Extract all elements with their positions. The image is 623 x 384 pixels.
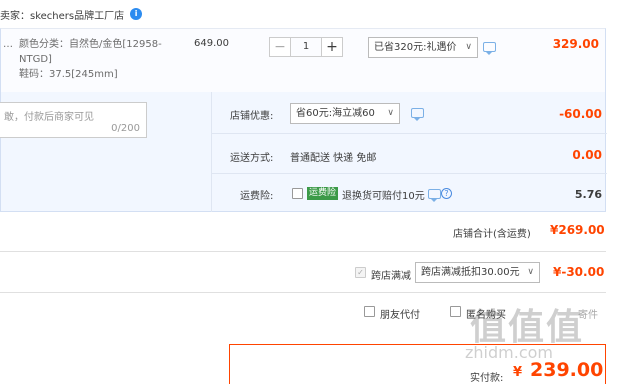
qty-input[interactable]: 1: [291, 37, 321, 57]
sku-size: 鞋码：37.5[245mm]: [19, 69, 118, 80]
item-promo-value: 已省320元:礼遇价: [374, 42, 457, 53]
sku-color: 颜色分类：自然色/金色[12958-NTGD]: [19, 39, 162, 65]
unit-price: 649.00: [194, 38, 229, 49]
seller-row: 卖家：skechers品牌工厂店 i: [0, 5, 143, 23]
shop-discount-row: 店铺优惠: 省60元:海立减60 ∨ -60.00: [212, 92, 607, 134]
final-pay-currency: ¥: [513, 365, 523, 380]
friend-pay-checkbox[interactable]: [364, 306, 375, 317]
sku-info: … 颜色分类：自然色/金色[12958-NTGD] 鞋码：37.5[245mm]: [3, 37, 184, 82]
buyer-memo-input[interactable]: 敢，付款后商家可见 0/200: [0, 102, 147, 138]
insurance-row: 运费险: 运费险 退换货可赔付10元 ? 5.76: [212, 174, 607, 212]
shop-total-row: 店铺合计(含运费) ¥269.00: [0, 212, 606, 250]
insurance-amount: 5.76: [574, 188, 602, 201]
shipping-row: 运送方式: 普通配送 快递 免邮 0.00: [212, 134, 607, 174]
cross-store-select[interactable]: 跨店满减抵扣30.00元 ∨: [415, 262, 540, 283]
shop-discount-amount: -60.00: [559, 107, 602, 121]
final-pay-label: 实付款:: [470, 373, 504, 384]
comment-icon[interactable]: [483, 42, 496, 55]
memo-counter: 0/200: [111, 123, 140, 134]
help-icon[interactable]: ?: [441, 188, 452, 199]
shop-discount-value: 省60元:海立减60: [296, 108, 375, 119]
item-row-total: 329.00: [552, 37, 599, 51]
shop-discount-select[interactable]: 省60元:海立减60 ∨: [290, 103, 400, 124]
truncated-dots: …: [3, 39, 13, 50]
item-row: … 颜色分类：自然色/金色[12958-NTGD] 鞋码：37.5[245mm]…: [0, 28, 606, 92]
quantity-stepper: − 1 +: [269, 37, 343, 57]
shop-total-label: 店铺合计(含运费): [453, 229, 531, 240]
shop-discount-label: 店铺优惠:: [230, 111, 274, 122]
chevron-down-icon: ∨: [527, 267, 534, 277]
insurance-label: 运费险:: [240, 191, 274, 202]
shop-options-panel: 店铺优惠: 省60元:海立减60 ∨ -60.00 运送方式: 普通配送 快递 …: [211, 92, 607, 212]
item-promo-select[interactable]: 已省320元:礼遇价 ∨: [368, 37, 478, 58]
wangwang-icon[interactable]: i: [130, 8, 143, 20]
anon-pay-checkbox[interactable]: [450, 306, 461, 317]
final-pay-amount: 239.00: [530, 359, 604, 381]
insurance-checkbox[interactable]: [292, 188, 303, 199]
memo-placeholder: 敢，付款后商家可见: [4, 112, 94, 123]
cross-store-checkbox[interactable]: ✓: [355, 267, 366, 278]
shipping-method: 普通配送 快递 免邮: [290, 153, 377, 164]
insurance-tag: 运费险: [307, 187, 339, 200]
shop-total-amount: ¥269.00: [550, 223, 605, 237]
qty-plus-button[interactable]: +: [321, 37, 343, 57]
comment-icon[interactable]: [411, 108, 424, 121]
watermark-url: zhidm.com: [465, 343, 553, 362]
shipping-label: 运送方式:: [230, 153, 274, 164]
cross-store-row: ✓ 跨店满减 跨店满减抵扣30.00元 ∨ ¥-30.00: [0, 251, 606, 293]
shipping-amount: 0.00: [572, 148, 602, 162]
cross-store-value: 跨店满减抵扣30.00元: [421, 267, 520, 278]
seller-name[interactable]: 卖家：skechers品牌工厂店: [0, 7, 124, 22]
site-watermark: 值值值 zhidm.com: [465, 298, 620, 362]
cross-store-label: 跨店满减: [371, 271, 411, 282]
friend-pay-label[interactable]: 朋友代付: [380, 306, 420, 321]
insurance-desc: 退换货可赔付10元: [342, 191, 425, 202]
chevron-down-icon: ∨: [465, 42, 472, 52]
cross-store-amount: ¥-30.00: [553, 265, 605, 279]
qty-minus-button[interactable]: −: [269, 37, 291, 57]
comment-icon[interactable]: [428, 189, 441, 202]
shop-box: 敢，付款后商家可见 0/200 店铺优惠: 省60元:海立减60 ∨ -60.0…: [0, 92, 607, 212]
chevron-down-icon: ∨: [387, 108, 394, 118]
